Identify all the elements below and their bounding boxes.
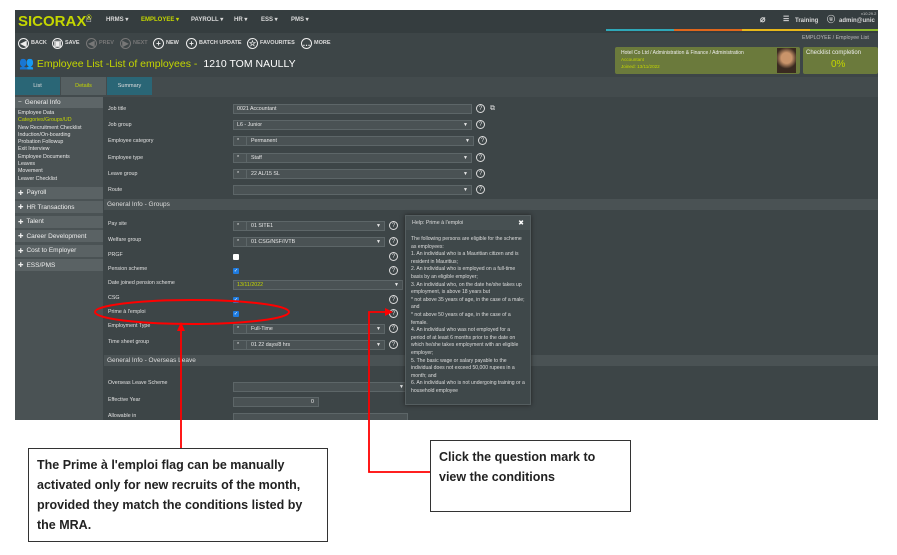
arrow-right-line [368,311,430,473]
highlight-ellipse [94,299,290,325]
callout-prime-flag: The Prime à l'emploi flag can be manuall… [28,448,328,542]
callout-question-mark: Click the question mark to view the cond… [430,440,631,512]
arrow-right-head [385,308,393,316]
